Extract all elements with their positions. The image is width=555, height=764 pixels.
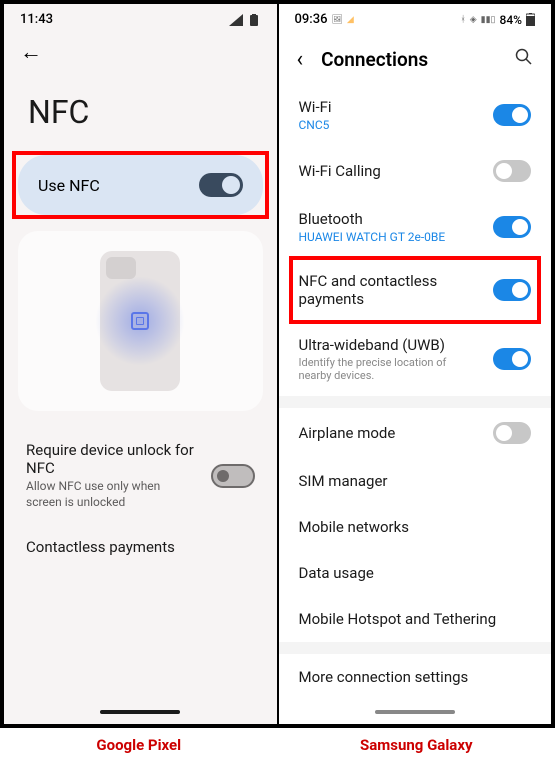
contactless-row[interactable]: Contactless payments: [4, 524, 277, 572]
use-nfc-label: Use NFC: [38, 176, 100, 195]
toggle[interactable]: [493, 216, 531, 238]
image-icon: 🖼: [331, 15, 342, 25]
wifi-icon: ◈: [470, 15, 477, 25]
divider: [279, 396, 552, 408]
use-nfc-toggle[interactable]: [199, 173, 243, 197]
item-label: Wi-Fi: [299, 98, 482, 116]
search-icon[interactable]: [515, 48, 533, 71]
nfc-illustration: [18, 231, 263, 411]
back-button[interactable]: ‹: [297, 47, 304, 72]
bluetooth-icon: ᚼ: [460, 15, 465, 25]
item-sublabel: Identify the precise location of nearby …: [299, 356, 482, 382]
connection-row[interactable]: SIM manager: [279, 458, 552, 504]
require-toggle[interactable]: [211, 464, 255, 488]
connection-row[interactable]: Bluetooth HUAWEI WATCH GT 2e-0BE: [279, 196, 552, 258]
battery-text: 84%: [500, 13, 522, 27]
samsung-label: Samsung Galaxy: [278, 736, 555, 754]
require-title: Require device unlock for NFC: [26, 441, 199, 477]
toggle[interactable]: [493, 104, 531, 126]
item-sublabel: CNC5: [299, 118, 482, 132]
nav-bar[interactable]: [375, 710, 455, 714]
clock: 11:43: [20, 12, 53, 27]
item-label: Bluetooth: [299, 210, 482, 228]
battery-icon: [526, 13, 535, 26]
connection-row[interactable]: Data usage: [279, 550, 552, 596]
require-sub: Allow NFC use only when screen is unlock…: [26, 479, 199, 510]
battery-icon: [247, 14, 261, 26]
clock: 09:36: [295, 12, 328, 27]
item-label: Wi-Fi Calling: [299, 162, 482, 180]
connection-row[interactable]: Wi-Fi Calling: [279, 146, 552, 196]
status-icons: ᚼ ◈ ▮▮▯ 84%: [460, 13, 535, 27]
item-label: SIM manager: [299, 472, 532, 490]
toggle[interactable]: [493, 279, 531, 301]
item-label: Ultra-wideband (UWB): [299, 336, 482, 354]
connection-row[interactable]: Mobile networks: [279, 504, 552, 550]
page-title: Connections: [321, 48, 497, 71]
connection-row[interactable]: Airplane mode: [279, 408, 552, 458]
item-label: Airplane mode: [299, 424, 482, 442]
connection-row[interactable]: Wi-Fi CNC5: [279, 84, 552, 146]
connection-row[interactable]: Mobile Hotspot and Tethering: [279, 596, 552, 642]
nav-bar[interactable]: [100, 710, 180, 714]
status-icons: [229, 14, 261, 26]
signal-icon: ▮▮▯: [481, 15, 496, 25]
back-button[interactable]: ←: [20, 40, 42, 65]
item-sublabel: HUAWEI WATCH GT 2e-0BE: [299, 230, 482, 244]
toggle[interactable]: [493, 348, 531, 370]
use-nfc-row[interactable]: Use NFC: [18, 155, 263, 215]
nfc-chip-icon: [131, 312, 149, 330]
connection-row[interactable]: Ultra-wideband (UWB) Identify the precise…: [279, 322, 552, 396]
item-label: Mobile networks: [299, 518, 532, 536]
contactless-label: Contactless payments: [26, 538, 175, 556]
more-settings-label: More connection settings: [299, 668, 469, 686]
pixel-label: Google Pixel: [0, 736, 278, 754]
item-label: Mobile Hotspot and Tethering: [299, 610, 532, 628]
item-label: NFC and contactless payments: [299, 272, 482, 308]
more-settings-row[interactable]: More connection settings: [279, 654, 552, 700]
connection-row[interactable]: NFC and contactless payments: [279, 258, 552, 322]
require-unlock-row[interactable]: Require device unlock for NFC Allow NFC …: [4, 427, 277, 524]
signal-icon: [229, 14, 243, 26]
toggle[interactable]: [493, 422, 531, 444]
app-icon: ◢: [347, 15, 354, 25]
page-title: NFC: [4, 73, 277, 155]
status-bar: 09:36 🖼 ◢ ᚼ ◈ ▮▮▯ 84%: [279, 4, 552, 35]
status-bar: 11:43: [4, 4, 277, 35]
divider: [279, 642, 552, 654]
toggle[interactable]: [493, 160, 531, 182]
item-label: Data usage: [299, 564, 532, 582]
